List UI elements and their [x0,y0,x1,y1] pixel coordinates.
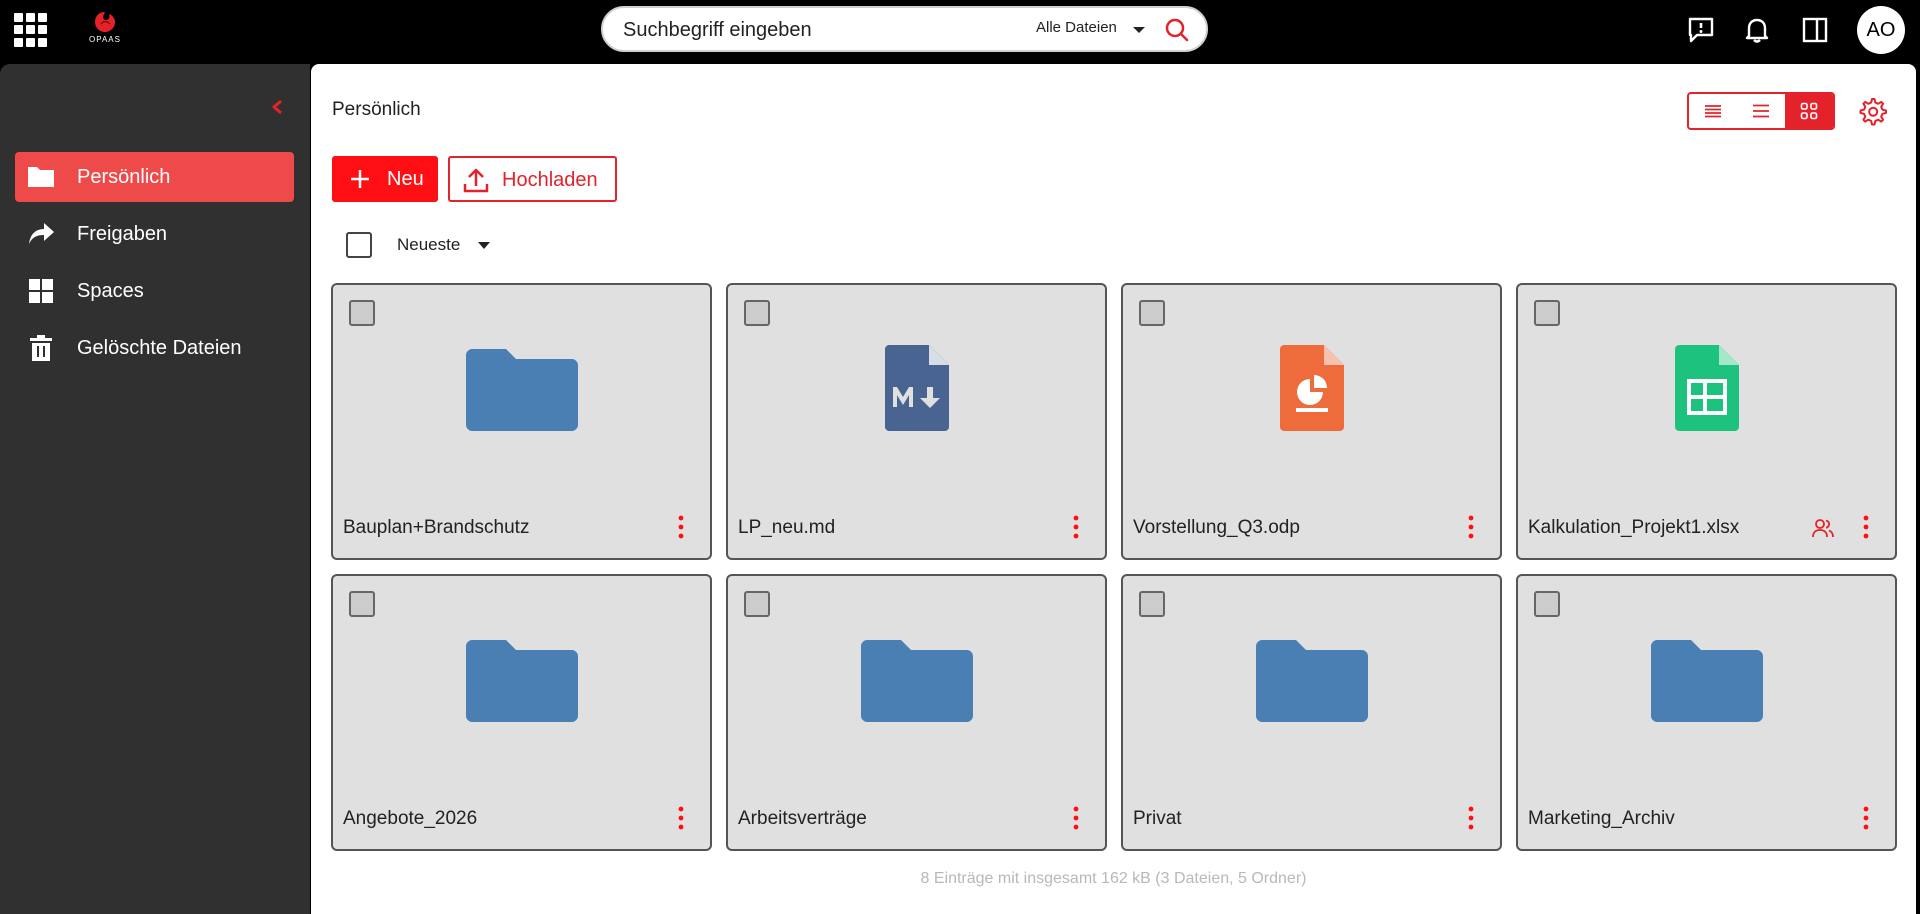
more-options-icon[interactable] [1863,806,1869,830]
tile-checkbox[interactable] [1534,300,1560,326]
upload-icon [463,168,489,193]
list-icon [1753,104,1769,118]
top-bar: OPAAS Alle Dateien AO [0,0,1920,64]
more-options-icon[interactable] [1073,515,1079,539]
tile-name: Vorstellung_Q3.odp [1133,517,1300,538]
search-bar: Alle Dateien [601,6,1208,52]
sidebar-item-label: Freigaben [77,223,168,245]
presentation-file-icon [1279,345,1344,431]
folder-icon [1255,640,1368,722]
chevron-down-icon[interactable] [478,242,490,249]
condensed-list-icon [1705,105,1721,118]
sidebar-item-persoenlich[interactable]: Persönlich [15,152,294,202]
spreadsheet-file-icon [1674,345,1739,431]
folder-icon [1650,640,1763,722]
sidebar-item-label: Persönlich [77,166,171,188]
grid-icon [1800,102,1818,120]
search-input[interactable] [623,17,1003,43]
plus-icon [351,170,369,188]
new-button[interactable]: Neu [332,156,438,202]
sidebar: Persönlich Freigaben Spaces Gelöschte Da… [0,64,310,914]
chevron-left-icon[interactable] [268,97,288,117]
file-tile[interactable]: Arbeitsverträge [726,574,1107,851]
main-panel: Persönlich Neu Hochladen Neueste Bauplan… [311,64,1916,914]
view-tiles-button[interactable] [1785,94,1833,128]
file-tile[interactable]: Marketing_Archiv [1516,574,1897,851]
avatar[interactable]: AO [1857,6,1905,54]
tile-checkbox[interactable] [1534,591,1560,617]
sidebar-item-spaces[interactable]: Spaces [15,266,294,316]
more-options-icon[interactable] [678,806,684,830]
select-all-checkbox[interactable] [346,232,372,258]
spaces-icon [29,279,53,303]
tile-name: Marketing_Archiv [1528,808,1675,829]
file-tile[interactable]: Angebote_2026 [331,574,712,851]
sidebar-item-label: Spaces [77,280,144,302]
folder-icon [465,640,578,722]
sidebar-item-label: Gelöschte Dateien [77,337,242,359]
tile-name: Privat [1133,808,1182,829]
more-options-icon[interactable] [1468,515,1474,539]
tile-checkbox[interactable] [744,300,770,326]
tile-checkbox[interactable] [744,591,770,617]
bell-icon[interactable] [1741,14,1773,46]
gear-icon[interactable] [1857,96,1887,126]
file-tile[interactable]: Kalkulation_Projekt1.xlsx [1516,283,1897,560]
file-tile[interactable]: LP_neu.md [726,283,1107,560]
chevron-down-icon[interactable] [1133,27,1145,33]
view-table-button[interactable] [1737,94,1785,128]
more-options-icon[interactable] [1863,515,1869,539]
sort-dropdown[interactable]: Neueste [397,235,460,255]
search-icon[interactable] [1163,16,1191,44]
folder-icon [465,349,578,431]
sidebar-item-freigaben[interactable]: Freigaben [15,209,294,259]
folder-icon [860,640,973,722]
sidebar-item-geloeschte-dateien[interactable]: Gelöschte Dateien [15,323,294,373]
tile-name: Angebote_2026 [343,808,478,829]
new-button-label: Neu [387,168,424,190]
search-filter-dropdown[interactable]: Alle Dateien [1036,19,1117,36]
file-tile[interactable]: Vorstellung_Q3.odp [1121,283,1502,560]
more-options-icon[interactable] [678,515,684,539]
view-mode-switch [1687,92,1835,130]
tile-checkbox[interactable] [1139,591,1165,617]
tile-checkbox[interactable] [1139,300,1165,326]
app-switcher-icon[interactable] [14,13,48,47]
markdown-file-icon [884,345,949,431]
sidebar-toggle-icon[interactable] [1799,14,1831,46]
upload-button-label: Hochladen [502,169,598,191]
tile-checkbox[interactable] [349,591,375,617]
share-icon [29,223,54,244]
logo-text: OPAAS [89,35,121,44]
upload-button[interactable]: Hochladen [448,156,617,202]
file-tile[interactable]: Privat [1121,574,1502,851]
more-options-icon[interactable] [1073,806,1079,830]
more-options-icon[interactable] [1468,806,1474,830]
trash-icon [30,335,52,361]
logo: OPAAS [80,10,130,50]
summary-text: 8 Einträge mit insgesamt 162 kB (3 Datei… [920,870,1307,887]
tile-checkbox[interactable] [349,300,375,326]
view-condensed-table-button[interactable] [1689,94,1737,128]
tile-name: Arbeitsverträge [738,808,867,829]
tile-name: LP_neu.md [738,517,836,538]
tile-name: Bauplan+Brandschutz [343,517,530,538]
file-tile[interactable]: Bauplan+Brandschutz [331,283,712,560]
breadcrumb[interactable]: Persönlich [332,99,421,121]
shared-users-icon[interactable] [1811,516,1835,540]
folder-icon [28,167,54,187]
tile-name: Kalkulation_Projekt1.xlsx [1528,517,1740,538]
feedback-icon[interactable] [1685,14,1717,46]
